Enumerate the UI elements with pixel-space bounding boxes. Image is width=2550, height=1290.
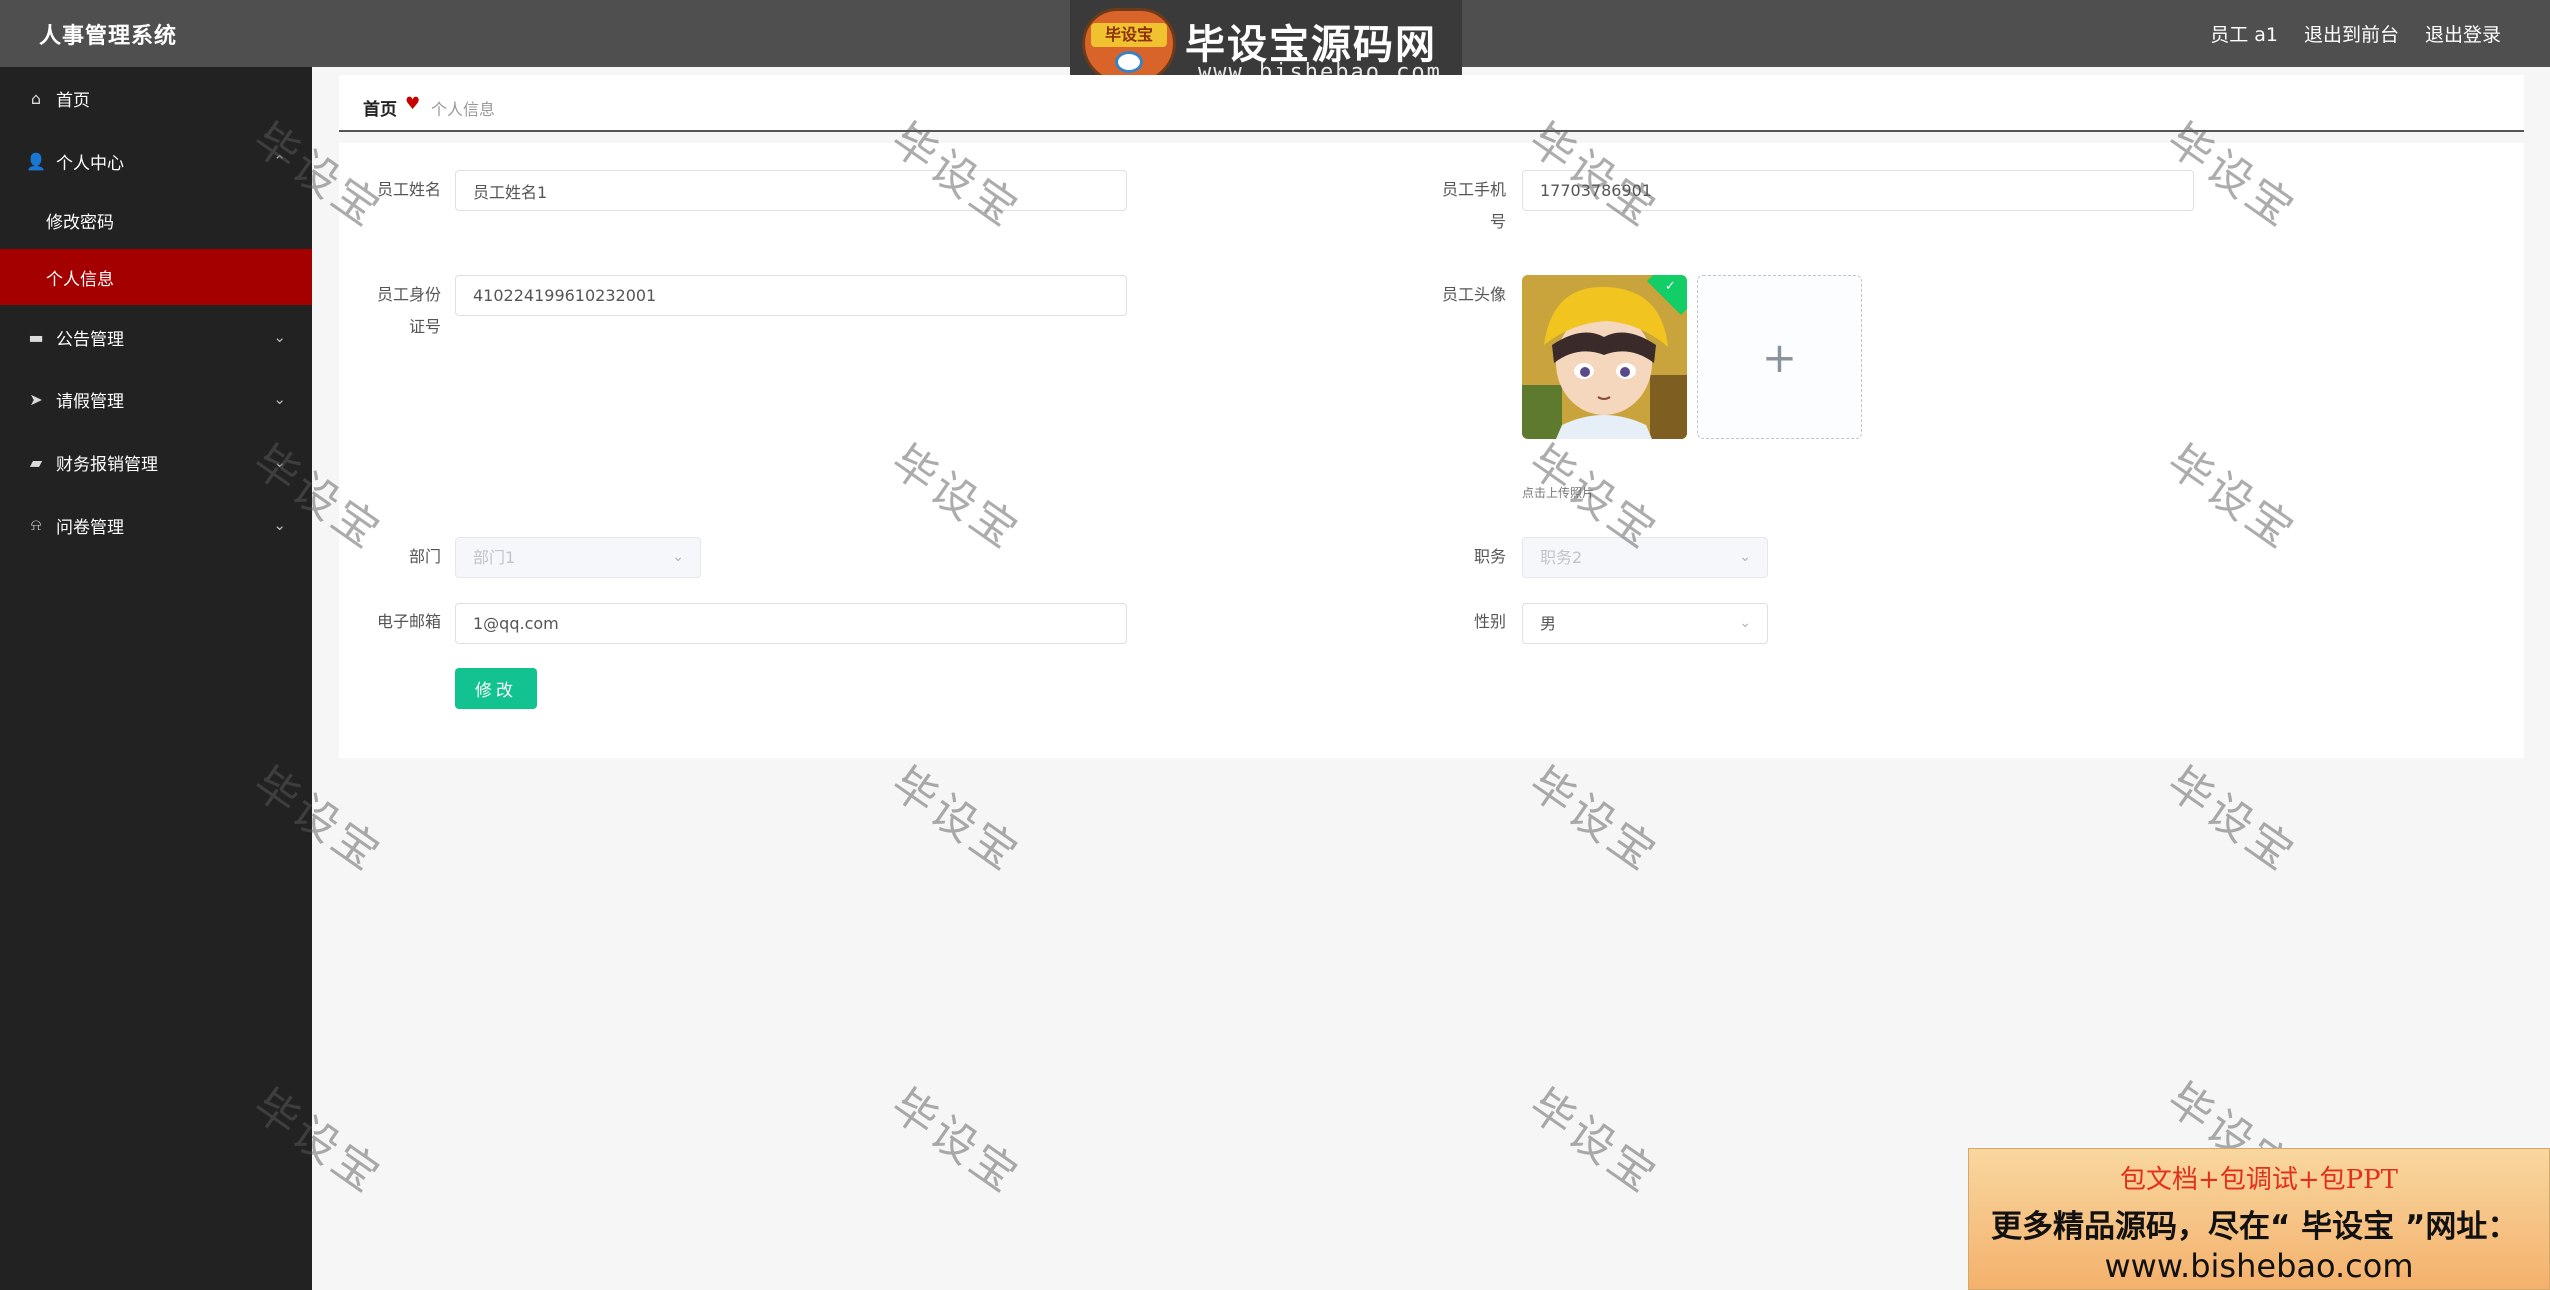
send-icon: ➤ [29,389,43,409]
sidebar-item-label: 个人信息 [46,269,114,290]
watermark-text: 毕设宝 [881,1079,1030,1204]
chevron-up-icon: ⌃ [273,152,286,170]
chevron-down-icon: ⌄ [273,328,286,346]
ad-line-2: 更多精品源码，尽在“ 毕设宝 ”网址： [1991,1209,2519,1245]
gender-value: 男 [1540,614,1557,633]
sidebar-item-survey-management[interactable]: ⍾ 问卷管理 ⌄ [0,497,312,553]
exit-to-frontend-link[interactable]: 退出到前台 [2304,20,2399,47]
ad-line-1: 包文档+包调试+包PPT [2120,1165,2398,1195]
home-icon: ⌂ [30,88,42,108]
sidebar-item-label: 个人中心 [56,153,124,174]
chevron-down-icon: ⌄ [672,549,684,565]
plus-icon: + [1761,332,1798,382]
sidebar-item-change-password[interactable]: 修改密码 [0,192,312,248]
email-input[interactable] [455,603,1127,644]
heart-icon: ♥ [405,94,421,114]
watermark-logo: 毕设宝 [1082,8,1176,84]
name-input[interactable] [455,170,1127,211]
chevron-down-icon: ⌄ [1739,549,1751,565]
position-label: 职务 [1473,547,1506,566]
sidebar-item-label: 首页 [56,90,90,111]
ad-banner: 包文档+包调试+包PPT 更多精品源码，尽在“ 毕设宝 ”网址： www.bis… [1968,1148,2550,1290]
watermark-text: 毕设宝 [2157,757,2306,882]
position-value: 职务2 [1540,548,1583,567]
watermark-text: 毕设宝 [1519,1079,1668,1204]
breadcrumb: 首页 ♥ 个人信息 [339,75,2524,132]
chevron-down-icon: ⌄ [273,516,286,534]
phone-label-line1: 员工手机 [1441,180,1506,199]
breadcrumb-home[interactable]: 首页 [363,95,397,120]
gender-select[interactable]: 男 ⌄ [1522,603,1768,644]
personal-info-form: 员工姓名 员工手机 号 员工身份 证号 员工头像 ✓ + 点击上传照片 [339,143,2524,758]
id-number-label-line2: 证号 [408,317,441,336]
watermark-logo-face-icon [1115,51,1143,73]
phone-input[interactable] [1522,170,2194,211]
breadcrumb-current: 个人信息 [431,100,496,119]
check-icon: ✓ [1664,279,1676,295]
phone-label: 员工手机 号 [1428,174,1506,238]
sidebar-item-personal-center[interactable]: 👤 个人中心 ⌃ [0,133,312,189]
briefcase-icon: ▰ [29,452,43,472]
phone-label-line2: 号 [1489,212,1506,231]
sidebar-item-label: 请假管理 [56,391,124,412]
sidebar-item-notice-management[interactable]: ▬ 公告管理 ⌄ [0,309,312,365]
monitor-icon: ▬ [28,327,44,347]
sidebar-item-personal-info[interactable]: 个人信息 [0,249,312,305]
department-value: 部门1 [473,548,516,567]
watermark-text: 毕设宝 [881,757,1030,882]
sidebar-item-home[interactable]: ⌂ 首页 [0,70,312,126]
app-title: 人事管理系统 [39,24,178,49]
department-select: 部门1 ⌄ [455,537,701,578]
submit-button[interactable]: 修改 [455,668,537,709]
sidebar-item-leave-management[interactable]: ➤ 请假管理 ⌄ [0,371,312,427]
id-number-label-line1: 员工身份 [376,285,441,304]
bell-icon: ⍾ [30,515,42,534]
ad-line-3[interactable]: www.bishebao.com [1969,1247,2549,1285]
position-select: 职务2 ⌄ [1522,537,1768,578]
sidebar-item-reimbursement-management[interactable]: ▰ 财务报销管理 ⌄ [0,434,312,490]
sidebar: ⌂ 首页 👤 个人中心 ⌃ 修改密码 个人信息 ▬ 公告管理 ⌄ ➤ 请假管理 … [0,67,312,1290]
current-user-link[interactable]: 员工 a1 [2210,20,2278,47]
upload-tip: 点击上传照片 [1522,486,1595,500]
id-number-label: 员工身份 证号 [363,279,441,343]
avatar-illustration [1522,275,1687,439]
name-label: 员工姓名 [376,180,441,199]
user-icon: 👤 [26,151,46,171]
sidebar-item-label: 修改密码 [46,212,114,233]
gender-label: 性别 [1473,612,1506,631]
sidebar-item-label: 财务报销管理 [56,454,158,475]
email-label: 电子邮箱 [376,612,441,631]
watermark-text: 毕设宝 [1519,757,1668,882]
watermark-logo-text: 毕设宝 [1091,23,1167,47]
avatar-upload-button[interactable]: + [1697,275,1862,439]
avatar-label: 员工头像 [1441,285,1506,304]
department-label: 部门 [408,547,441,566]
logout-link[interactable]: 退出登录 [2425,20,2501,47]
chevron-down-icon: ⌄ [1739,615,1751,631]
chevron-down-icon: ⌄ [273,453,286,471]
chevron-down-icon: ⌄ [273,390,286,408]
top-links: 员工 a1 退出到前台 退出登录 [2210,20,2501,47]
avatar-image[interactable]: ✓ [1522,275,1687,439]
sidebar-item-label: 问卷管理 [56,517,124,538]
id-number-input[interactable] [455,275,1127,316]
sidebar-item-label: 公告管理 [56,329,124,350]
